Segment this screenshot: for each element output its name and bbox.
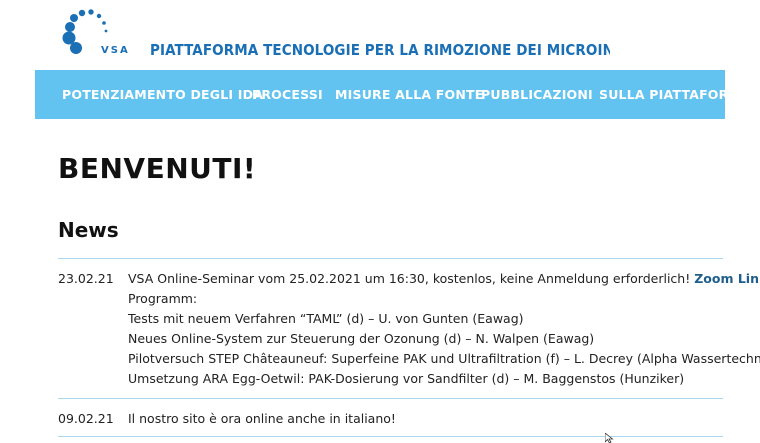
news-date: 09.02.21: [58, 411, 114, 426]
divider: [58, 436, 723, 437]
page-title: BENVENUTI!: [58, 152, 257, 185]
news-line: Neues Online-System zur Steuerung der Oz…: [128, 331, 595, 346]
nav-item-pubblicazioni[interactable]: PUBBLICAZIONI: [481, 70, 593, 119]
divider: [58, 258, 723, 259]
news-line: Umsetzung ARA Egg-Oetwil: PAK-Dosierung …: [128, 371, 685, 386]
nav-item-misure[interactable]: MISURE ALLA FONTE: [335, 70, 483, 119]
site-title: PIATTAFORMA TECNOLOGIE PER LA RIMOZIONE …: [150, 41, 610, 59]
news-line: Programm:: [128, 291, 198, 306]
main-navigation: POTENZIAMENTO DEGLI IDA PROCESSI MISURE …: [35, 70, 725, 119]
mouse-cursor-icon: [605, 433, 614, 443]
news-lead-line: VSA Online-Seminar vom 25.02.2021 um 16:…: [128, 271, 760, 286]
logo-text: VSA: [101, 45, 130, 56]
nav-item-potenziamento[interactable]: POTENZIAMENTO DEGLI IDA: [62, 70, 263, 119]
divider: [58, 398, 723, 399]
nav-item-processi[interactable]: PROCESSI: [252, 70, 323, 119]
nav-item-sulla-piattaforma[interactable]: SULLA PIATTAFORMA: [599, 70, 725, 119]
zoom-link[interactable]: Zoom Link: [694, 271, 760, 286]
news-heading: News: [58, 218, 119, 242]
news-lead-text: VSA Online-Seminar vom 25.02.2021 um 16:…: [128, 271, 691, 286]
news-line: Tests mit neuem Verfahren “TAML” (d) – U…: [128, 311, 524, 326]
news-lead-text: Il nostro sito è ora online anche in ita…: [128, 411, 396, 426]
site-header: VSA PIATTAFORMA TECNOLOGIE PER LA RIMOZI…: [0, 0, 760, 70]
news-date: 23.02.21: [58, 271, 114, 286]
news-line: Pilotversuch STEP Châteauneuf: Superfein…: [128, 351, 760, 366]
